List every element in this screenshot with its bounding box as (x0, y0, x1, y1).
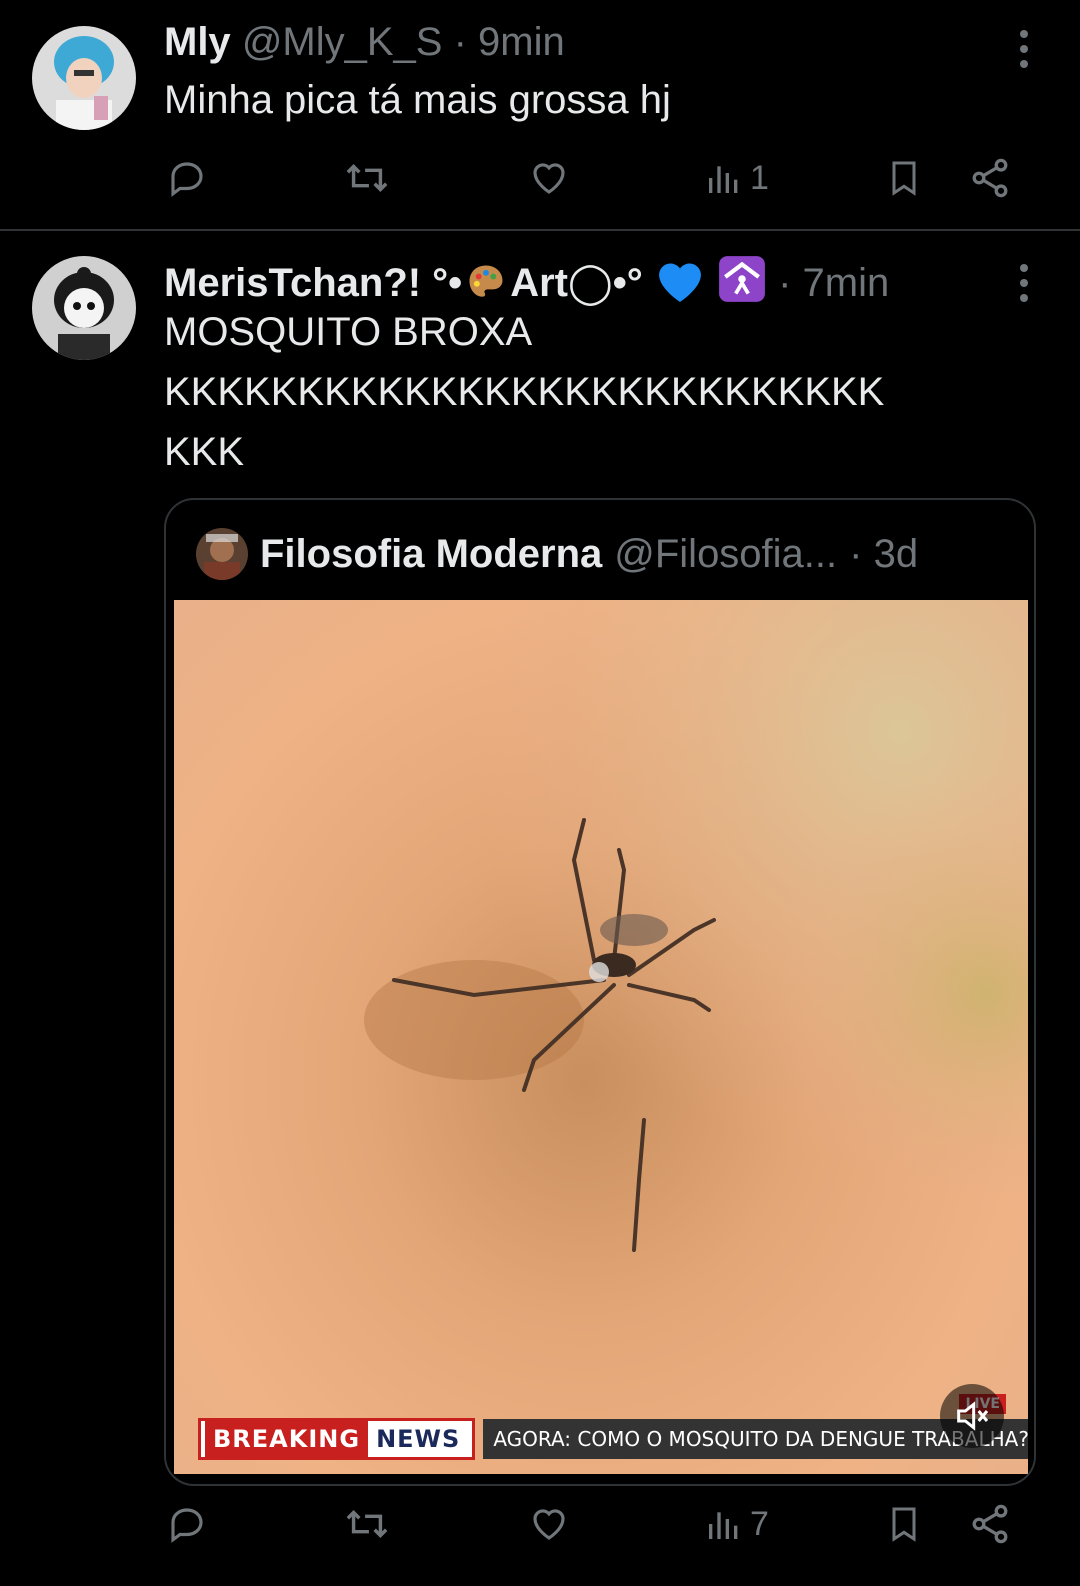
breaking-news-badge: BREAKING NEWS (198, 1418, 476, 1460)
handle[interactable]: @Mly_K_S (242, 20, 443, 64)
retweet-button[interactable] (344, 148, 390, 208)
action-bar: 7 (0, 1494, 1080, 1554)
tweet-text: Minha pica tá mais grossa hj (164, 78, 671, 122)
video-player[interactable]: LIVE BREAKING NEWS AGORA: COMO O MOSQUIT… (174, 600, 1028, 1474)
bookmark-button[interactable] (884, 1494, 924, 1554)
reply-icon (171, 1508, 203, 1543)
blue-heart-icon (658, 263, 701, 302)
views-icon (709, 166, 738, 193)
place-of-worship-icon (719, 256, 765, 302)
mosquito-video-frame (174, 600, 1028, 1474)
views-button[interactable]: 1 (704, 148, 769, 208)
reply-button[interactable] (166, 1494, 208, 1554)
mute-button[interactable] (940, 1384, 1004, 1448)
quoted-handle[interactable]: @Filosofia... (614, 526, 837, 582)
views-count: 7 (750, 1504, 769, 1543)
tweet-text: MOSQUITO BROXA KKKKKKKKKKKKKKKKKKKKKKKKK… (164, 310, 885, 474)
share-button[interactable] (968, 148, 1012, 208)
bookmark-icon (892, 161, 916, 196)
divider (0, 229, 1080, 231)
bookmark-icon (892, 1507, 916, 1542)
display-name[interactable]: Mly (164, 20, 231, 64)
palette-emoji-icon (469, 265, 503, 297)
heart-icon (533, 163, 565, 194)
reply-button[interactable] (166, 148, 208, 208)
more-icon[interactable] (1020, 30, 1030, 75)
heart-icon (533, 1509, 565, 1540)
like-button[interactable] (528, 148, 570, 208)
quoted-tweet[interactable]: Filosofia Moderna @Filosofia... · 3d BRE… (164, 498, 1036, 1486)
retweet-icon (346, 1510, 388, 1538)
more-icon[interactable] (1020, 264, 1030, 309)
reply-icon (171, 162, 203, 197)
news-ticker: BREAKING NEWS AGORA: COMO O MOSQUITO DA … (198, 1418, 1028, 1460)
display-name[interactable]: MerisTchan?! °• Art◯•° (164, 256, 778, 305)
quoted-avatar[interactable] (196, 528, 248, 580)
avatar[interactable] (32, 26, 136, 130)
views-count: 1 (750, 158, 769, 197)
avatar[interactable] (32, 256, 136, 360)
like-button[interactable] (528, 1494, 570, 1554)
quoted-timestamp[interactable]: · 3d (849, 526, 918, 582)
views-button[interactable]: 7 (704, 1494, 769, 1554)
share-button[interactable] (968, 1494, 1012, 1554)
retweet-icon (346, 164, 388, 192)
retweet-button[interactable] (344, 1494, 390, 1554)
timestamp[interactable]: · 9min (454, 20, 565, 64)
action-bar: 1 (0, 148, 1080, 208)
quoted-display-name[interactable]: Filosofia Moderna (260, 526, 602, 582)
share-icon (972, 1504, 1008, 1544)
mute-icon (957, 1401, 989, 1431)
views-icon (709, 1512, 738, 1539)
share-icon (972, 158, 1008, 198)
timestamp[interactable]: · 7min (778, 261, 889, 305)
bookmark-button[interactable] (884, 148, 924, 208)
tweet-1[interactable]: Mly @Mly_K_S · 9min Minha pica tá mais g… (0, 0, 1080, 230)
